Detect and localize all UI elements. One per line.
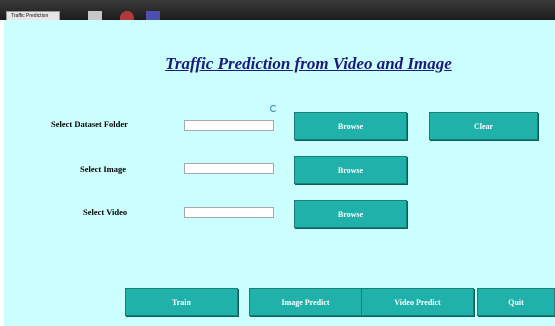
main-panel: Traffic Prediction from Video and Image … <box>4 20 555 326</box>
spinner-icon <box>270 105 277 112</box>
train-button[interactable]: Train <box>125 288 238 316</box>
image-field[interactable] <box>184 163 274 174</box>
browse-video-button[interactable]: Browse <box>294 200 407 228</box>
video-predict-button[interactable]: Video Predict <box>361 288 474 316</box>
taskbar-app-icon[interactable] <box>146 11 160 20</box>
video-field[interactable] <box>184 207 274 218</box>
image-label: Select Image <box>80 164 127 174</box>
clear-button[interactable]: Clear <box>429 112 538 140</box>
taskbar-app-icon[interactable] <box>120 11 134 20</box>
taskbar-app-icon[interactable] <box>88 11 102 20</box>
video-label: Select Video <box>83 207 128 217</box>
dataset-folder-label: Select Dataset Folder <box>51 119 128 129</box>
quit-button[interactable]: Quit <box>477 288 555 316</box>
image-predict-button[interactable]: Image Predict <box>249 288 362 316</box>
browse-dataset-button[interactable]: Browse <box>294 112 407 140</box>
window-titlebar: Traffic Prediction <box>0 0 555 20</box>
dataset-folder-field[interactable] <box>184 120 274 131</box>
browse-image-button[interactable]: Browse <box>294 156 407 184</box>
window-tab[interactable]: Traffic Prediction <box>6 11 60 20</box>
page-title: Traffic Prediction from Video and Image <box>165 54 452 73</box>
